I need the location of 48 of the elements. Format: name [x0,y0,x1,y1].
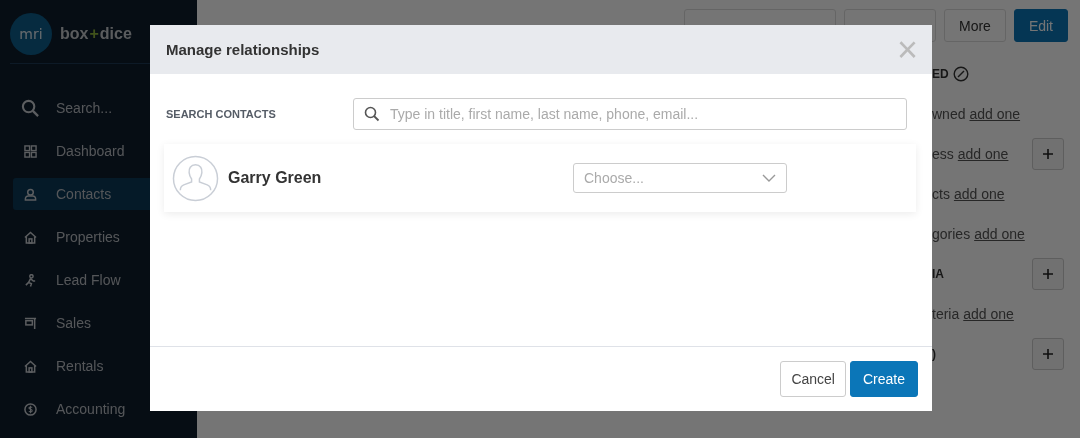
add-link[interactable]: add one [957,146,1009,162]
action-button[interactable]: Edit [1013,9,1068,42]
relationship-select[interactable]: Choose... [573,163,787,193]
add-button[interactable] [1032,138,1064,170]
nav-item[interactable]: Dashboard [13,135,184,167]
search-icon [21,98,40,118]
chevron-down-icon [762,174,776,182]
nav-item[interactable]: Properties [13,221,184,253]
sign-icon [24,316,37,330]
section-heading: IA [932,267,944,281]
nav-item[interactable]: Accounting [13,393,184,425]
house-icon [24,359,37,373]
add-button[interactable] [1032,338,1064,370]
add-button[interactable] [1032,258,1064,290]
dialog-title: Manage relationships [166,41,320,58]
close-button[interactable]: × [896,31,918,68]
edit-icon[interactable] [952,66,969,82]
empty-note: cts [932,186,950,202]
user-icon [24,187,37,201]
create-button[interactable]: Create [849,361,918,397]
house-icon [24,230,37,244]
section-heading: ED [932,67,949,81]
nav-item[interactable]: Lead Flow [13,264,184,296]
empty-note: gories [932,226,971,242]
search-field[interactable]: Type in title, first name, last name, phone, email... [353,98,907,130]
cancel-button[interactable]: Cancel [780,361,846,397]
add-link[interactable]: add one [953,186,1005,202]
nav-item[interactable]: Sales [13,307,184,339]
add-link[interactable]: add one [963,306,1014,322]
nav-item[interactable]: Rentals [13,350,184,382]
plus-icon [1043,269,1053,279]
empty-note: teria [932,306,960,322]
avatar-icon [172,154,219,202]
plus-icon [1043,349,1053,359]
grid-icon [24,144,37,158]
empty-note: ess [932,146,954,162]
empty-note: wned [932,106,966,122]
plus-icon [1043,149,1053,159]
section-heading: ) [932,347,936,361]
action-button[interactable]: More [943,9,1006,42]
field-label: SEARCH CONTACTS [166,108,277,120]
contact-name: Garry Green [228,169,323,187]
runner-icon [24,273,37,287]
add-link[interactable]: add one [969,106,1021,122]
brand-name: box+dice [60,24,132,43]
logo-badge: mri [10,12,52,55]
add-link[interactable]: add one [974,226,1025,242]
dollar-icon [24,402,37,416]
